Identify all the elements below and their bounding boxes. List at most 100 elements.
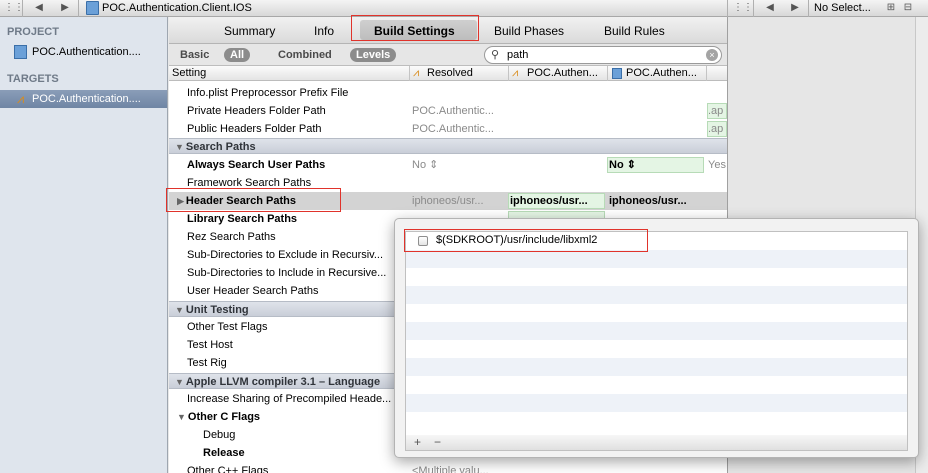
setting-name: Rez Search Paths [187, 231, 276, 243]
divider [508, 66, 509, 81]
resolved-column[interactable]: Resolved [427, 67, 473, 79]
editor-tabbar: Summary Info Build Settings Build Phases… [169, 15, 727, 44]
disclosure-triangle-icon[interactable]: ▼ [177, 412, 186, 422]
list-item-empty [406, 376, 907, 394]
table-row[interactable]: Other C++ Flags <Multiple valu... [169, 462, 727, 473]
list-item-empty [406, 250, 907, 268]
tab-info[interactable]: Info [314, 24, 334, 38]
setting-name: Test Rig [187, 357, 227, 369]
no-selection-label: No Select... [814, 2, 871, 14]
project-column-icon [612, 68, 622, 79]
resolved-target-icon: ⩘ [413, 67, 420, 79]
setting-label: ▼ Other C Flags [177, 408, 399, 426]
filter-all[interactable]: All [224, 48, 251, 62]
divider [409, 66, 410, 81]
filter-combined[interactable]: Combined [272, 48, 338, 62]
highlight-box [404, 229, 648, 252]
related-items-icon[interactable]: ⋮⋮ [4, 0, 24, 16]
add-editor-icon[interactable]: ⊞ [885, 0, 897, 16]
extra-value: .ap [708, 123, 724, 135]
divider [22, 0, 23, 17]
remove-editor-icon[interactable]: ⊟ [902, 0, 914, 16]
target-item[interactable]: ⩘ POC.Authentication.... [0, 90, 167, 108]
paths-list: $(SDKROOT)/usr/include/libxml2 [405, 231, 908, 436]
search-field[interactable]: ⚲ path × [484, 46, 722, 64]
back-arrow-icon[interactable]: ◀ [32, 0, 46, 16]
list-item-empty [406, 286, 907, 304]
section-title: Unit Testing [185, 304, 249, 316]
filter-bar: Basic All Combined Levels ⚲ path × [169, 44, 727, 66]
setting-name: Sub-Directories to Include in Recursive.… [187, 267, 387, 279]
project-item[interactable]: POC.Authentication.... [0, 43, 167, 61]
resolved-value: <Multiple valu... [412, 465, 489, 473]
tab-build-rules[interactable]: Build Rules [604, 24, 665, 38]
section-label: ▼ Search Paths [175, 139, 397, 155]
tab-summary[interactable]: Summary [224, 24, 275, 38]
list-item-empty [406, 340, 907, 358]
table-row[interactable]: Info.plist Preprocessor Prefix File [169, 84, 727, 102]
target-value[interactable]: iphoneos/usr... [510, 192, 606, 210]
clear-search-icon[interactable]: × [706, 49, 718, 61]
project-column[interactable]: POC.Authen... [626, 67, 697, 79]
highlight-box [351, 15, 479, 41]
targets-header: TARGETS [7, 73, 59, 85]
section-label: ▼ Apple LLVM compiler 3.1 – Language [175, 374, 397, 390]
table-row[interactable]: Always Search User Paths No ⇕ No ⇕ Yes [169, 156, 727, 174]
divider [727, 0, 728, 17]
resolved-value: POC.Authentic... [412, 105, 494, 117]
setting-name: Info.plist Preprocessor Prefix File [187, 87, 349, 99]
setting-name: Test Host [187, 339, 233, 351]
filter-levels[interactable]: Levels [350, 48, 397, 62]
list-item-empty [406, 412, 907, 430]
table-row[interactable]: Private Headers Folder Path POC.Authenti… [169, 102, 727, 120]
related-items-icon-right[interactable]: ⋮⋮ [733, 0, 753, 16]
resolved-value[interactable]: No ⇕ [412, 156, 507, 174]
target-column-icon: ⩘ [512, 67, 519, 79]
target-column[interactable]: POC.Authen... [527, 67, 598, 79]
resolved-value: iphoneos/usr... [412, 195, 484, 207]
disclosure-triangle-icon[interactable]: ▼ [175, 142, 184, 152]
divider [706, 66, 707, 81]
divider [607, 66, 608, 81]
setting-name: Debug [203, 429, 236, 441]
setting-name: User Header Search Paths [187, 285, 319, 297]
setting-name: Other Test Flags [187, 321, 268, 333]
project-value[interactable]: No ⇕ [609, 156, 705, 174]
setting-name: Release [203, 447, 245, 459]
setting-column[interactable]: Setting [172, 67, 206, 79]
header-search-paths-popover: $(SDKROOT)/usr/include/libxml2 + − [394, 218, 919, 458]
setting-name: Library Search Paths [187, 213, 298, 225]
search-icon: ⚲ [491, 49, 500, 61]
list-item-empty [406, 358, 907, 376]
setting-name: Private Headers Folder Path [187, 105, 326, 117]
forward-arrow-icon-right[interactable]: ▶ [788, 0, 802, 16]
tab-build-phases[interactable]: Build Phases [494, 24, 564, 38]
disclosure-triangle-icon[interactable]: ▼ [175, 305, 184, 315]
search-input[interactable]: path [507, 49, 528, 61]
project-icon [14, 45, 27, 59]
setting-name: Sub-Directories to Exclude in Recursiv..… [187, 249, 384, 261]
forward-arrow-icon[interactable]: ▶ [58, 0, 72, 16]
highlight-box [166, 188, 341, 212]
list-item-empty [406, 322, 907, 340]
remove-path-button[interactable]: − [434, 435, 441, 450]
table-row[interactable]: Public Headers Folder Path POC.Authentic… [169, 120, 727, 138]
resolved-value: POC.Authentic... [412, 123, 494, 135]
filter-basic[interactable]: Basic [174, 48, 215, 62]
target-item-label: POC.Authentication.... [32, 93, 141, 105]
list-item-empty [406, 268, 907, 286]
setting-name: Public Headers Folder Path [187, 123, 322, 135]
section-header[interactable]: ▼ Search Paths [169, 138, 727, 154]
divider [808, 0, 809, 17]
disclosure-triangle-icon[interactable]: ▼ [175, 377, 184, 387]
add-path-button[interactable]: + [414, 435, 421, 450]
project-value[interactable]: iphoneos/usr... [609, 192, 705, 210]
popover-footer: + − [405, 435, 908, 451]
setting-name: Other C Flags [187, 411, 261, 423]
extra-value: Yes [708, 159, 726, 171]
column-header: Setting ⩘ Resolved ⩘ POC.Authen... POC.A… [169, 66, 727, 81]
setting-name: Other C++ Flags [187, 465, 269, 473]
back-arrow-icon-right[interactable]: ◀ [763, 0, 777, 16]
jump-bar-title[interactable]: POC.Authentication.Client.IOS [102, 0, 252, 16]
section-title: Search Paths [185, 141, 256, 153]
